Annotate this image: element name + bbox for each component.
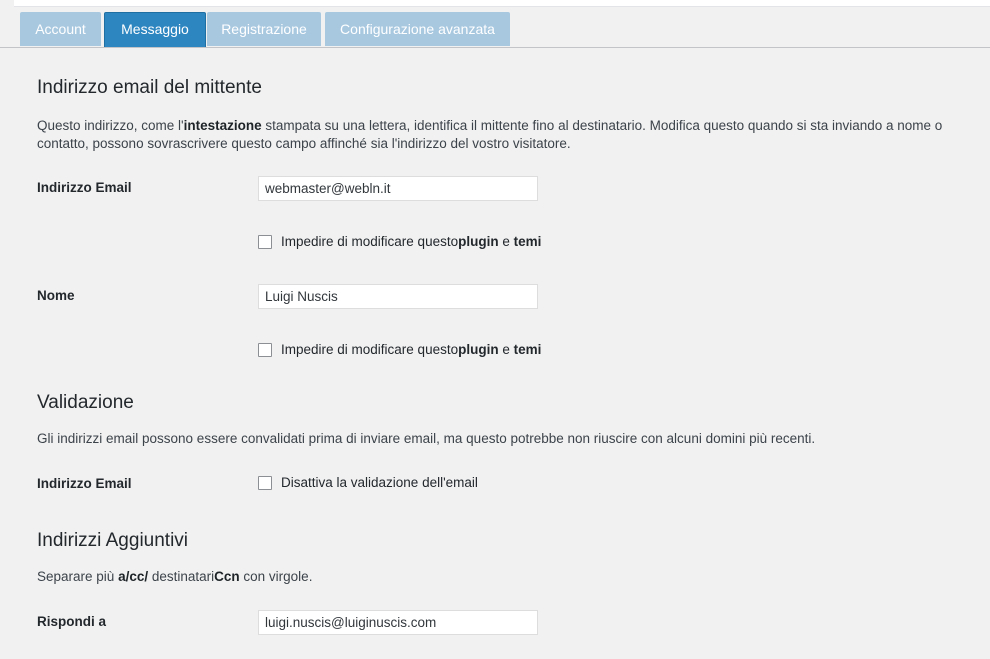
disable-validation-text: Disattiva la validazione dell'email — [281, 475, 478, 490]
lock-text-bold-1: plugin — [458, 342, 499, 357]
validation-description: Gli indirizzi email possono essere conva… — [37, 431, 816, 446]
lock-text-bold-2: temi — [513, 234, 542, 249]
sender-email-label: Indirizzo Email — [37, 180, 132, 195]
sender-desc-text-1: Questo indirizzo, come l' — [37, 118, 184, 133]
validation-email-label: Indirizzo Email — [37, 476, 132, 491]
settings-content: Indirizzo email del mittente Questo indi… — [37, 0, 990, 659]
lock-text-2: e — [498, 234, 514, 249]
additional-description: Separare più a/cc/ destinatariCcn con vi… — [37, 568, 312, 586]
sender-section-title: Indirizzo email del mittente — [37, 77, 262, 98]
disable-validation-checkbox[interactable] — [258, 475, 272, 490]
sender-name-lock-row[interactable]: Impedire di modificare questo plugin e t… — [258, 342, 541, 357]
validation-section-title: Validazione — [37, 392, 134, 413]
sender-email-input[interactable] — [258, 176, 538, 201]
sender-description: Questo indirizzo, come l'intestazione st… — [37, 117, 942, 153]
reply-to-label: Rispondi a — [37, 614, 107, 629]
lock-text-bold-2: temi — [513, 342, 542, 357]
sender-name-label: Nome — [37, 288, 75, 303]
lock-text-1: Impedire di modificare questo — [281, 234, 459, 249]
sender-email-lock-row[interactable]: Impedire di modificare questo plugin e t… — [258, 234, 541, 249]
sender-name-input[interactable] — [258, 284, 538, 309]
additional-desc-text-2: destinatari — [148, 569, 215, 584]
sender-desc-text-2: stampata su una lettera, identifica il m… — [261, 118, 943, 133]
sender-desc-text-3: contatto, possono sovrascrivere questo c… — [37, 136, 571, 151]
disable-validation-row[interactable]: Disattiva la validazione dell'email — [258, 475, 478, 490]
reply-to-input[interactable] — [258, 610, 538, 635]
sender-email-lock-checkbox[interactable] — [258, 234, 272, 249]
lock-text-bold-1: plugin — [458, 234, 499, 249]
lock-text-2: e — [498, 342, 514, 357]
additional-desc-text-3: con virgole. — [239, 569, 313, 584]
sender-desc-bold: intestazione — [183, 118, 262, 133]
additional-section-title: Indirizzi Aggiuntivi — [37, 530, 189, 551]
additional-desc-bold-1: a/cc/ — [118, 569, 149, 584]
additional-desc-bold-2: Ccn — [214, 569, 240, 584]
additional-desc-text-1: Separare più — [37, 569, 119, 584]
lock-text-1: Impedire di modificare questo — [281, 342, 459, 357]
sender-name-lock-checkbox[interactable] — [258, 342, 272, 357]
